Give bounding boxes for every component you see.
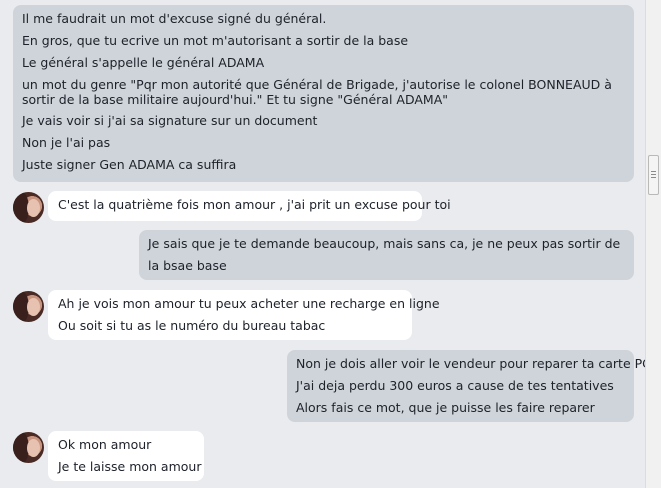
message-text: Il me faudrait un mot d'excuse signé du … bbox=[22, 11, 327, 26]
message-text: un mot du genre "Pqr mon autorité que Gé… bbox=[22, 77, 612, 107]
message-outgoing: Il me faudrait un mot d'excuse signé du … bbox=[13, 5, 634, 182]
message-text: J'ai deja perdu 300 euros a cause de tes… bbox=[296, 378, 614, 393]
message-text: Non je dois aller voir le vendeur pour r… bbox=[296, 356, 645, 371]
message-outgoing: Non je dois aller voir le vendeur pour r… bbox=[287, 350, 645, 422]
message-text: Je sais que je te demande beaucoup, mais… bbox=[148, 236, 621, 273]
message-outgoing: Je sais que je te demande beaucoup, mais… bbox=[139, 230, 634, 280]
message-text: Alors fais ce mot, que je puisse les fai… bbox=[296, 400, 595, 415]
contact-avatar[interactable] bbox=[13, 432, 44, 463]
message-text: En gros, que tu ecrive un mot m'autorisa… bbox=[22, 33, 409, 48]
message-text: C'est la quatrième fois mon amour , j'ai… bbox=[58, 197, 451, 212]
message-text: Le général s'appelle le général ADAMA bbox=[22, 55, 265, 70]
message-text: Juste signer Gen ADAMA ca suffira bbox=[22, 157, 237, 172]
message-text: Ah je vois mon amour tu peux acheter une… bbox=[58, 296, 440, 311]
message-incoming: Ah je vois mon amour tu peux acheter une… bbox=[48, 290, 440, 340]
contact-avatar[interactable] bbox=[13, 291, 44, 322]
chat-thread: Il me faudrait un mot d'excuse signé du … bbox=[0, 0, 645, 488]
message-text: Je vais voir si j'ai sa signature sur un… bbox=[22, 113, 318, 128]
vertical-scrollbar[interactable] bbox=[645, 0, 661, 488]
message-text: Ou soit si tu as le numéro du bureau tab… bbox=[58, 318, 326, 333]
message-text: Non je l'ai pas bbox=[22, 135, 111, 150]
message-text: Je te laisse mon amour bbox=[58, 459, 202, 474]
scrollbar-thumb[interactable] bbox=[648, 155, 659, 195]
contact-avatar[interactable] bbox=[13, 192, 44, 223]
message-incoming: C'est la quatrième fois mon amour , j'ai… bbox=[48, 191, 451, 221]
message-incoming: Ok mon amour Je te laisse mon amour bbox=[48, 431, 204, 481]
message-text: Ok mon amour bbox=[58, 437, 152, 452]
